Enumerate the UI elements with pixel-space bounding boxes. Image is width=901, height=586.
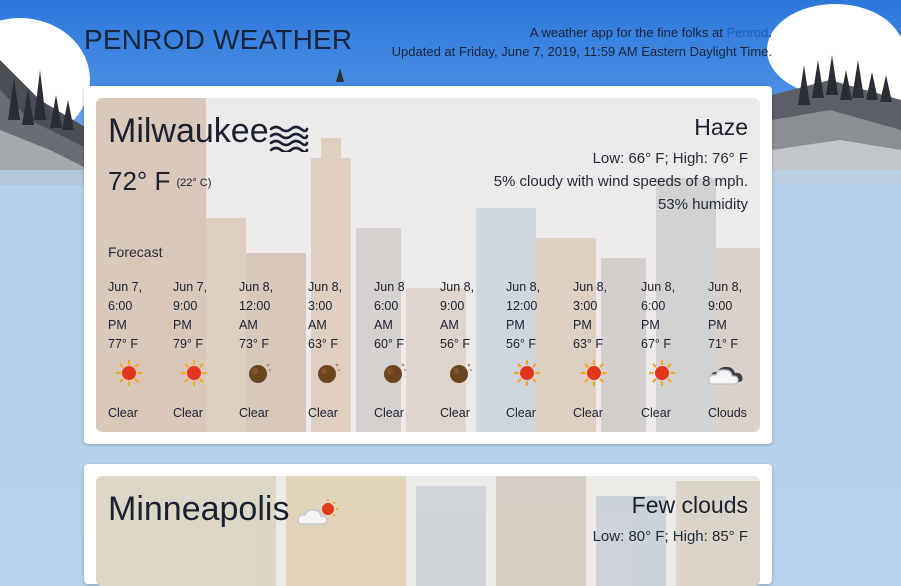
forecast-temperature: 67° F	[641, 337, 672, 351]
forecast-time: 6:00	[108, 299, 133, 313]
forecast-condition: Clear	[239, 406, 269, 420]
forecast-condition: Clear	[173, 406, 203, 420]
forecast-condition: Clear	[573, 406, 603, 420]
forecast-ampm: PM	[573, 318, 592, 332]
sun-icon	[513, 359, 541, 391]
forecast-date: Jun 8,	[440, 280, 475, 294]
forecast-time: 12:00	[506, 299, 538, 313]
forecast-item: Jun 8, 9:00 PM 71° F	[708, 278, 760, 354]
city-card-minneapolis: Minneapolis Few clouds Low: 80° F; High:…	[84, 464, 772, 586]
forecast-date: Jun 8,	[239, 280, 274, 294]
city-name: Milwaukee	[108, 112, 269, 150]
weather-description: Few clouds	[631, 492, 748, 518]
forecast-date: Jun 8,	[506, 280, 541, 294]
forecast-temperature: 79° F	[173, 337, 204, 351]
city-card-content: Milwaukee 72° F (22° C) Haze Low: 66° F; …	[96, 98, 760, 432]
sun-icon	[115, 359, 143, 391]
forecast-temperature: 73° F	[239, 337, 270, 351]
forecast-temperature: 56° F	[440, 337, 471, 351]
forecast-condition: Clear	[308, 406, 338, 420]
forecast-item: Jun 7, 9:00 PM 79° F	[173, 278, 233, 354]
moon-icon	[382, 360, 408, 391]
forecast-temperature: 71° F	[708, 337, 739, 351]
weather-description: Haze	[694, 114, 748, 140]
penrod-link[interactable]: Penrod	[726, 25, 768, 40]
sun-icon	[580, 359, 608, 391]
forecast-date: Jun 7,	[108, 280, 143, 294]
city-card-milwaukee: Milwaukee 72° F (22° C) Haze Low: 66° F; …	[84, 86, 772, 444]
haze-icon	[269, 125, 309, 152]
forecast-ampm: PM	[641, 318, 660, 332]
tagline: A weather app for the fine folks at Penr…	[530, 25, 772, 40]
forecast-ampm: PM	[506, 318, 525, 332]
sun-icon	[180, 359, 208, 391]
city-card-content: Minneapolis Few clouds Low: 80° F; High:…	[96, 476, 760, 586]
moon-icon	[316, 360, 342, 391]
forecast-date: Jun 8,	[708, 280, 743, 294]
forecast-date: Jun 8,	[308, 280, 343, 294]
few-clouds-icon	[297, 499, 338, 525]
forecast-item: Jun 8 6:00 AM 60° F	[374, 278, 434, 354]
forecast-ampm: PM	[173, 318, 192, 332]
forecast-time: 9:00	[708, 299, 733, 313]
forecast-ampm: AM	[239, 318, 258, 332]
city-name: Minneapolis	[108, 490, 290, 528]
forecast-ampm: PM	[108, 318, 127, 332]
forecast-item: Jun 8, 9:00 AM 56° F	[440, 278, 500, 354]
header: PENROD WEATHER A weather app for the fin…	[0, 0, 901, 80]
forecast-date: Jun 7,	[173, 280, 208, 294]
forecast-label: Forecast	[108, 244, 163, 260]
forecast-temperature: 60° F	[374, 337, 405, 351]
forecast-condition: Clouds	[708, 406, 747, 420]
temp-fahrenheit: 72° F	[108, 166, 171, 196]
forecast-temperature: 63° F	[308, 337, 339, 351]
forecast-ampm: AM	[440, 318, 459, 332]
forecast-time: 6:00	[641, 299, 666, 313]
forecast-time: 9:00	[173, 299, 198, 313]
forecast-time: 12:00	[239, 299, 271, 313]
forecast-ampm: AM	[374, 318, 393, 332]
sun-icon	[648, 359, 676, 391]
forecast-ampm: PM	[708, 318, 727, 332]
forecast-item: Jun 8, 3:00 AM 63° F	[308, 278, 368, 354]
forecast-time: 3:00	[573, 299, 598, 313]
forecast-temperature: 77° F	[108, 337, 139, 351]
clouds-wind: 5% cloudy with wind speeds of 8 mph.	[493, 173, 748, 190]
low-high: Low: 80° F; High: 85° F	[592, 528, 748, 545]
forecast-condition: Clear	[440, 406, 470, 420]
moon-icon	[247, 360, 273, 391]
forecast-item: Jun 8, 12:00 AM 73° F	[239, 278, 299, 354]
app-title: PENROD WEATHER	[84, 24, 353, 55]
forecast-time: 6:00	[374, 299, 399, 313]
forecast-date: Jun 8,	[573, 280, 608, 294]
humidity: 53% humidity	[657, 196, 748, 213]
forecast-condition: Clear	[506, 406, 536, 420]
forecast-time: 9:00	[440, 299, 465, 313]
forecast-date: Jun 8,	[641, 280, 676, 294]
forecast-item: Jun 8, 3:00 PM 63° F	[573, 278, 633, 354]
forecast-ampm: AM	[308, 318, 327, 332]
tagline-text: A weather app for the fine folks at	[529, 25, 727, 40]
forecast-temperature: 56° F	[506, 337, 537, 351]
clouds-icon	[708, 360, 748, 391]
forecast-time: 3:00	[308, 299, 333, 313]
forecast-item: Jun 8, 6:00 PM 67° F	[641, 278, 701, 354]
updated-timestamp: Updated at Friday, June 7, 2019, 11:59 A…	[391, 44, 772, 59]
temp-celsius: (22° C)	[176, 177, 212, 189]
forecast-condition: Clear	[641, 406, 671, 420]
current-temperature: 72° F (22° C)	[108, 166, 211, 197]
forecast-temperature: 63° F	[573, 337, 604, 351]
forecast-date: Jun 8	[374, 280, 405, 294]
forecast-item: Jun 7, 6:00 PM 77° F	[108, 278, 168, 354]
moon-icon	[448, 360, 474, 391]
forecast-item: Jun 8, 12:00 PM 56° F	[506, 278, 566, 354]
forecast-condition: Clear	[374, 406, 404, 420]
tagline-suffix: .	[768, 25, 772, 40]
forecast-condition: Clear	[108, 406, 138, 420]
low-high: Low: 66° F; High: 76° F	[592, 150, 748, 167]
